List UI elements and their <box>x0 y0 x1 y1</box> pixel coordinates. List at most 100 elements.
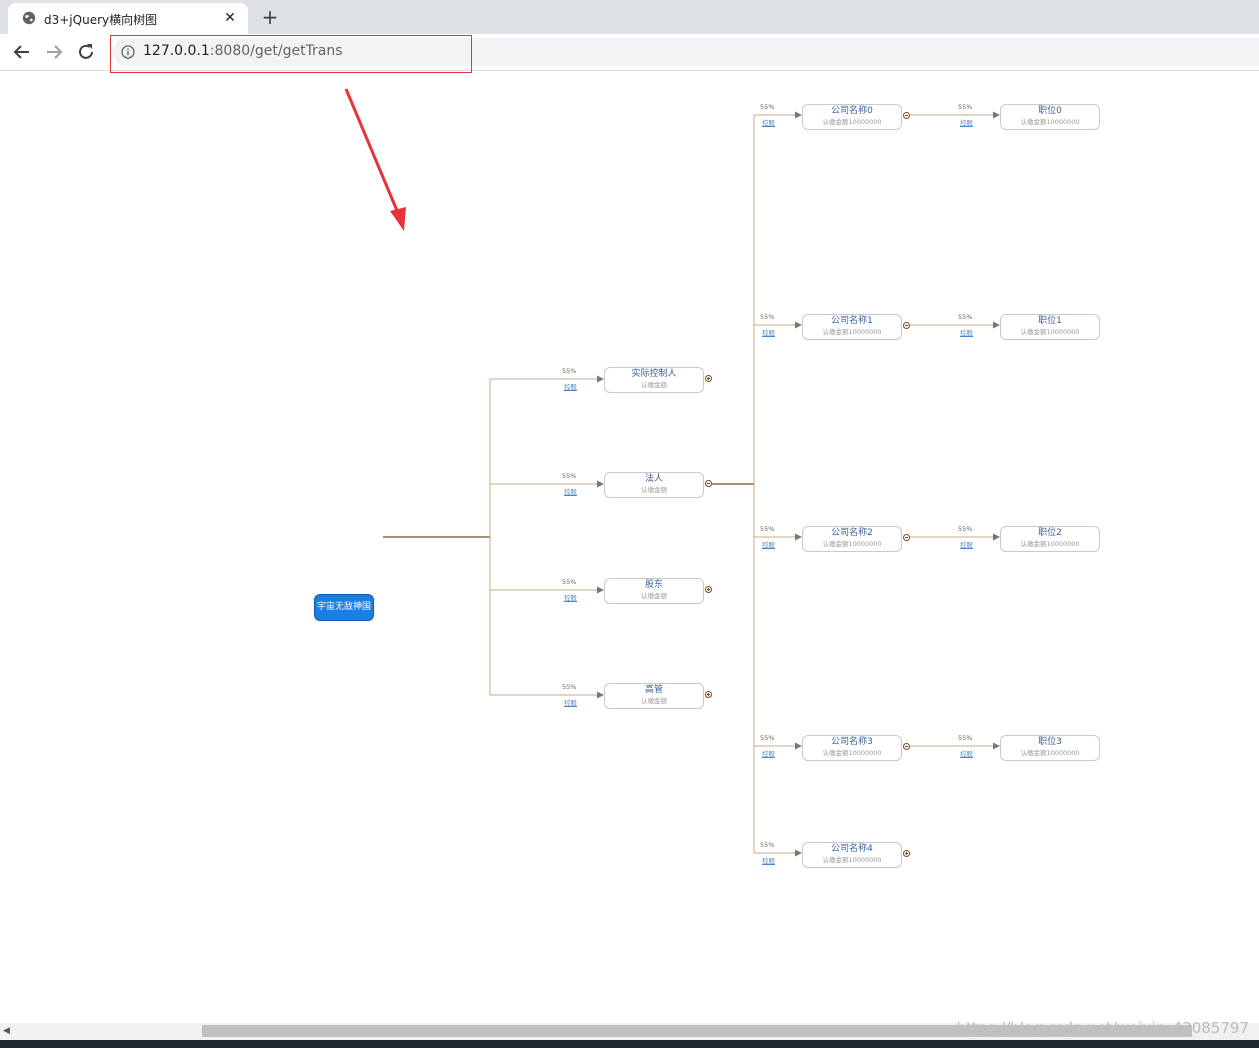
annotation-highlight-box <box>110 35 472 73</box>
page-content: 宇宙无敌神国 55% 控股 实际控制人 认缴金额 55% 控股 法人 认缴金额 55% 控股 股东认… <box>0 71 1259 1023</box>
level1-node-2-expand-icon[interactable] <box>704 585 712 593</box>
company-node-0-label: 公司名称0 <box>831 106 873 116</box>
close-tab-icon[interactable]: ✕ <box>222 10 238 26</box>
position-node-3-percent: 55% <box>958 734 973 742</box>
company-node-4-amount: 认缴金额10000000 <box>822 856 882 864</box>
company-node-1-collapse-icon[interactable] <box>902 321 910 329</box>
back-arrow-icon[interactable] <box>10 40 34 64</box>
company-node-2-collapse-icon[interactable] <box>902 533 910 541</box>
company-node-4-label: 公司名称4 <box>831 844 873 854</box>
level1-node-1[interactable]: 法人 认缴金额 <box>604 472 704 498</box>
position-node-1[interactable]: 职位1 认缴金额10000000 <box>1000 314 1100 340</box>
position-node-2-label: 职位2 <box>1038 528 1062 538</box>
company-node-4-expand-icon[interactable] <box>902 849 910 857</box>
reload-icon[interactable] <box>74 40 98 64</box>
level1-node-3-percent: 55% <box>562 683 577 691</box>
company-node-3[interactable]: 公司名称3 认缴金额10000000 <box>802 735 902 761</box>
position-node-3-amount: 认缴金额10000000 <box>1020 749 1080 757</box>
level1-node-0[interactable]: 实际控制人 认缴金额 <box>604 367 704 393</box>
company-node-1[interactable]: 公司名称1 认缴金额10000000 <box>802 314 902 340</box>
company-node-4-percent: 55% <box>760 841 775 849</box>
company-node-4-arrow <box>795 849 802 857</box>
company-node-1-amount: 认缴金额10000000 <box>822 328 882 336</box>
position-node-0-label: 职位0 <box>1038 106 1062 116</box>
level1-node-0-relation-link[interactable]: 控股 <box>564 381 577 391</box>
position-node-2-amount: 认缴金额10000000 <box>1020 540 1080 548</box>
level1-node-2-arrow <box>597 586 604 594</box>
tab-strip: d3+jQuery横向树图 ✕ + <box>0 0 1259 34</box>
company-node-0-arrow <box>795 111 802 119</box>
position-node-0-arrow <box>993 111 1000 119</box>
level1-node-2-percent: 55% <box>562 578 577 586</box>
scroll-left-arrow-icon[interactable]: ◀ <box>3 1026 13 1036</box>
level1-node-3-expand-icon[interactable] <box>704 690 712 698</box>
root-node[interactable]: 宇宙无敌神国 <box>314 594 374 621</box>
level1-node-1-arrow <box>597 480 604 488</box>
company-node-4-relation-link[interactable]: 控股 <box>762 855 775 865</box>
level1-node-3-amount: 认缴金额 <box>641 697 667 705</box>
position-node-3-label: 职位3 <box>1038 737 1062 747</box>
level1-node-1-relation-link[interactable]: 控股 <box>564 486 577 496</box>
company-node-3-relation-link[interactable]: 控股 <box>762 748 775 758</box>
position-node-2-relation-link[interactable]: 控股 <box>960 539 973 549</box>
company-node-1-percent: 55% <box>760 313 775 321</box>
level1-node-1-label: 法人 <box>644 474 663 484</box>
globe-icon <box>22 11 36 25</box>
level1-node-1-percent: 55% <box>562 472 577 480</box>
position-node-2-arrow <box>993 533 1000 541</box>
company-node-3-percent: 55% <box>760 734 775 742</box>
level1-node-3[interactable]: 高管 认缴金额 <box>604 683 704 709</box>
position-node-2[interactable]: 职位2 认缴金额10000000 <box>1000 526 1100 552</box>
position-node-0-relation-link[interactable]: 控股 <box>960 117 973 127</box>
position-node-0[interactable]: 职位0 认缴金额10000000 <box>1000 104 1100 130</box>
level1-node-1-collapse-icon[interactable] <box>704 479 712 487</box>
level1-node-3-relation-link[interactable]: 控股 <box>564 697 577 707</box>
level1-node-2[interactable]: 股东 认缴金额 <box>604 578 704 604</box>
position-node-3-arrow <box>993 742 1000 750</box>
position-node-1-percent: 55% <box>958 313 973 321</box>
company-node-0-percent: 55% <box>760 103 775 111</box>
company-node-2-amount: 认缴金额10000000 <box>822 540 882 548</box>
company-node-1-label: 公司名称1 <box>831 316 873 326</box>
new-tab-button[interactable]: + <box>258 6 282 28</box>
company-node-0[interactable]: 公司名称0 认缴金额10000000 <box>802 104 902 130</box>
level1-node-2-amount: 认缴金额 <box>641 592 667 600</box>
company-node-3-arrow <box>795 742 802 750</box>
level1-node-1-amount: 认缴金额 <box>641 486 667 494</box>
position-node-2-percent: 55% <box>958 525 973 533</box>
position-node-3-relation-link[interactable]: 控股 <box>960 748 973 758</box>
tab-title: d3+jQuery横向树图 <box>44 13 158 27</box>
company-node-3-label: 公司名称3 <box>831 737 873 747</box>
company-node-3-collapse-icon[interactable] <box>902 742 910 750</box>
company-node-0-amount: 认缴金额10000000 <box>822 118 882 126</box>
position-node-1-amount: 认缴金额10000000 <box>1020 328 1080 336</box>
taskbar-strip <box>0 1040 1259 1048</box>
position-node-1-label: 职位1 <box>1038 316 1062 326</box>
company-node-4[interactable]: 公司名称4 认缴金额10000000 <box>802 842 902 868</box>
level1-node-2-relation-link[interactable]: 控股 <box>564 592 577 602</box>
company-node-2-relation-link[interactable]: 控股 <box>762 539 775 549</box>
company-node-0-collapse-icon[interactable] <box>902 111 910 119</box>
company-node-3-amount: 认缴金额10000000 <box>822 749 882 757</box>
position-node-0-amount: 认缴金额10000000 <box>1020 118 1080 126</box>
company-node-1-arrow <box>795 321 802 329</box>
position-node-3[interactable]: 职位3 认缴金额10000000 <box>1000 735 1100 761</box>
root-node-label: 宇宙无敌神国 <box>316 602 371 612</box>
level1-node-2-label: 股东 <box>644 580 663 590</box>
browser-tab[interactable]: d3+jQuery横向树图 ✕ <box>8 3 248 34</box>
company-node-1-relation-link[interactable]: 控股 <box>762 327 775 337</box>
level1-node-3-label: 高管 <box>644 685 663 695</box>
forward-arrow-icon[interactable] <box>42 40 66 64</box>
position-node-1-relation-link[interactable]: 控股 <box>960 327 973 337</box>
company-node-2-arrow <box>795 533 802 541</box>
company-node-2-percent: 55% <box>760 525 775 533</box>
annotation-arrow-head <box>390 207 406 231</box>
level1-node-0-arrow <box>597 375 604 383</box>
annotation-arrow-line <box>344 88 400 214</box>
company-node-2[interactable]: 公司名称2 认缴金额10000000 <box>802 526 902 552</box>
level1-node-0-expand-icon[interactable] <box>704 374 712 382</box>
position-node-0-percent: 55% <box>958 103 973 111</box>
level1-node-0-amount: 认缴金额 <box>641 381 667 389</box>
company-node-0-relation-link[interactable]: 控股 <box>762 117 775 127</box>
level1-node-0-label: 实际控制人 <box>631 369 677 379</box>
